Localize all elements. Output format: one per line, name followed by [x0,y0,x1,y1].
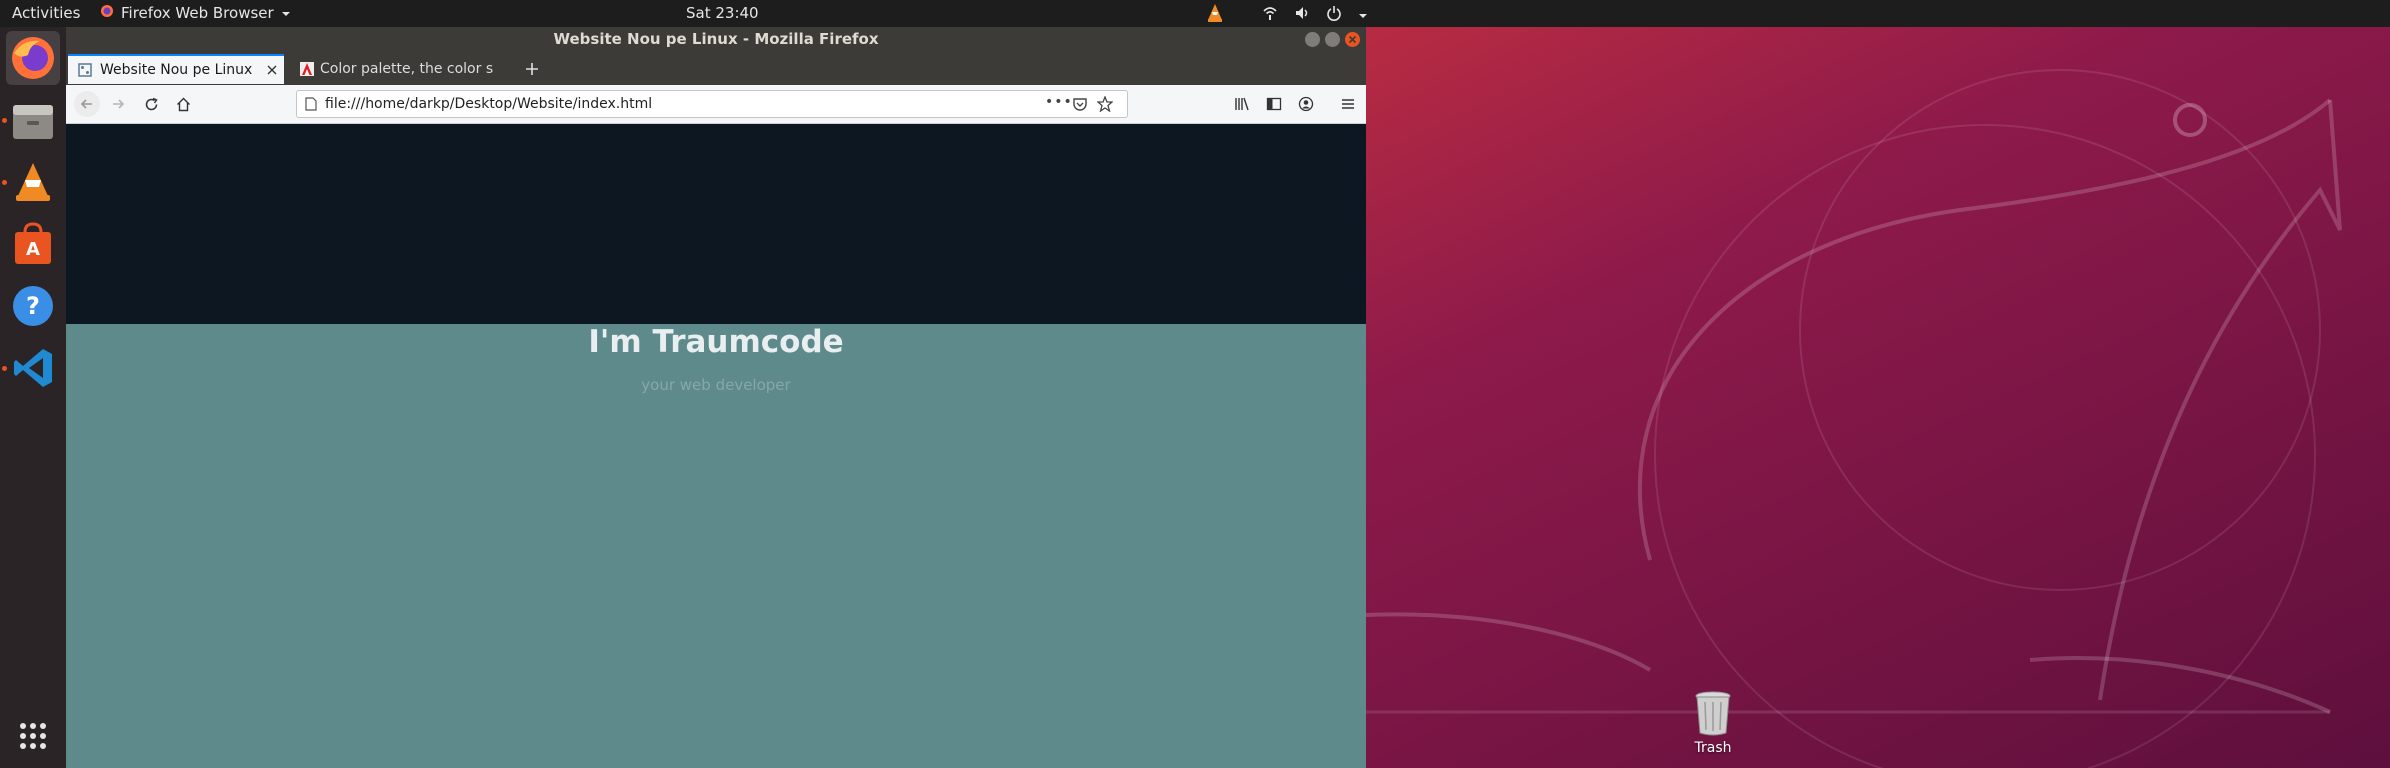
page-icon [78,63,92,77]
forward-button[interactable] [107,93,129,115]
sidebar-icon [1266,97,1282,111]
grid-icon [20,723,46,749]
back-arrow-icon [80,99,92,109]
url-bar[interactable]: file:///home/darkp/Desktop/Website/index… [296,90,1128,118]
power-icon[interactable] [1326,5,1342,25]
page-subheadline: your web developer [641,376,791,394]
dock-item-vlc[interactable] [6,155,60,209]
network-icon[interactable] [1262,5,1278,25]
trash-icon [1695,691,1731,736]
hero-section: I'm Traumcode your web developer [66,324,1366,768]
minimize-button[interactable] [1305,32,1320,47]
vlc-icon [16,163,50,201]
volume-icon[interactable] [1294,5,1310,25]
svg-text:A: A [26,239,40,260]
vlc-tray-icon[interactable] [1206,3,1224,27]
chevron-down-icon [281,4,291,22]
firefox-icon [12,37,54,79]
hero-header [66,124,1366,324]
chevron-down-icon[interactable] [1358,6,1368,24]
running-indicator [2,180,7,185]
navigation-toolbar: file:///home/darkp/Desktop/Website/index… [66,85,1366,124]
clock[interactable]: Sat 23:40 [686,4,759,22]
menu-button[interactable] [1337,93,1359,115]
show-apps-button[interactable] [6,709,60,763]
home-button[interactable] [172,93,194,115]
tab-color-palette[interactable]: Color palette, the color s [292,54,504,84]
dock-item-software[interactable]: A [6,217,60,271]
back-button[interactable] [74,91,100,117]
firefox-icon [100,4,114,22]
dock-item-files[interactable] [6,94,60,148]
reload-icon [145,97,158,110]
page-headline: I'm Traumcode [588,324,844,360]
reload-button[interactable] [140,93,162,115]
new-tab-button[interactable] [518,54,546,84]
close-icon [1348,35,1357,44]
files-icon [13,105,53,139]
dock-item-help[interactable]: ? [6,279,60,333]
dock: A ? [0,27,66,768]
page-info-icon[interactable] [305,97,317,115]
running-indicator [2,118,7,123]
forward-arrow-icon [113,99,125,109]
url-text[interactable]: file:///home/darkp/Desktop/Website/index… [325,96,652,112]
firefox-window: Website Nou pe Linux - Mozilla Firefox W… [66,27,1366,768]
help-icon: ? [13,286,53,326]
page-content: I'm Traumcode your web developer [66,124,1366,768]
title-bar[interactable]: Website Nou pe Linux - Mozilla Firefox [66,27,1366,51]
system-tray[interactable] [1206,3,1368,27]
tab-close-icon[interactable] [266,64,278,76]
tab-website[interactable]: Website Nou pe Linux [68,54,284,84]
account-icon [1298,96,1314,112]
dock-item-vscode[interactable] [6,341,60,395]
sidebar-button[interactable] [1263,93,1285,115]
software-center-icon: A [15,222,51,264]
activities-button[interactable]: Activities [12,4,80,22]
vscode-icon [14,349,52,387]
maximize-button[interactable] [1325,32,1340,47]
tab-label: Website Nou pe Linux [100,62,253,78]
tab-label: Color palette, the color s [320,61,494,77]
window-title: Website Nou pe Linux - Mozilla Firefox [553,30,879,48]
app-menu[interactable]: Firefox Web Browser [100,4,291,22]
dock-item-firefox[interactable] [6,31,60,85]
close-button[interactable] [1345,32,1360,47]
running-indicator [2,366,7,371]
library-icon [1235,97,1249,111]
top-bar: Activities Firefox Web Browser Sat 23:40 [0,0,2390,27]
library-button[interactable] [1231,93,1253,115]
pocket-icon[interactable] [1073,97,1087,115]
bookmark-star-icon[interactable] [1096,95,1114,116]
home-icon [176,97,190,111]
hamburger-menu-icon [1342,99,1354,109]
tab-strip: Website Nou pe Linux Color palette, the … [66,51,1366,85]
trash-label: Trash [1694,740,1732,756]
page-actions-icon[interactable]: ••• [1045,94,1073,110]
svg-text:?: ? [26,292,40,320]
adobe-icon [300,62,314,76]
account-button[interactable] [1295,93,1317,115]
plus-icon [526,63,538,75]
app-menu-label: Firefox Web Browser [121,4,274,22]
desktop-trash[interactable]: Trash [1680,690,1746,756]
